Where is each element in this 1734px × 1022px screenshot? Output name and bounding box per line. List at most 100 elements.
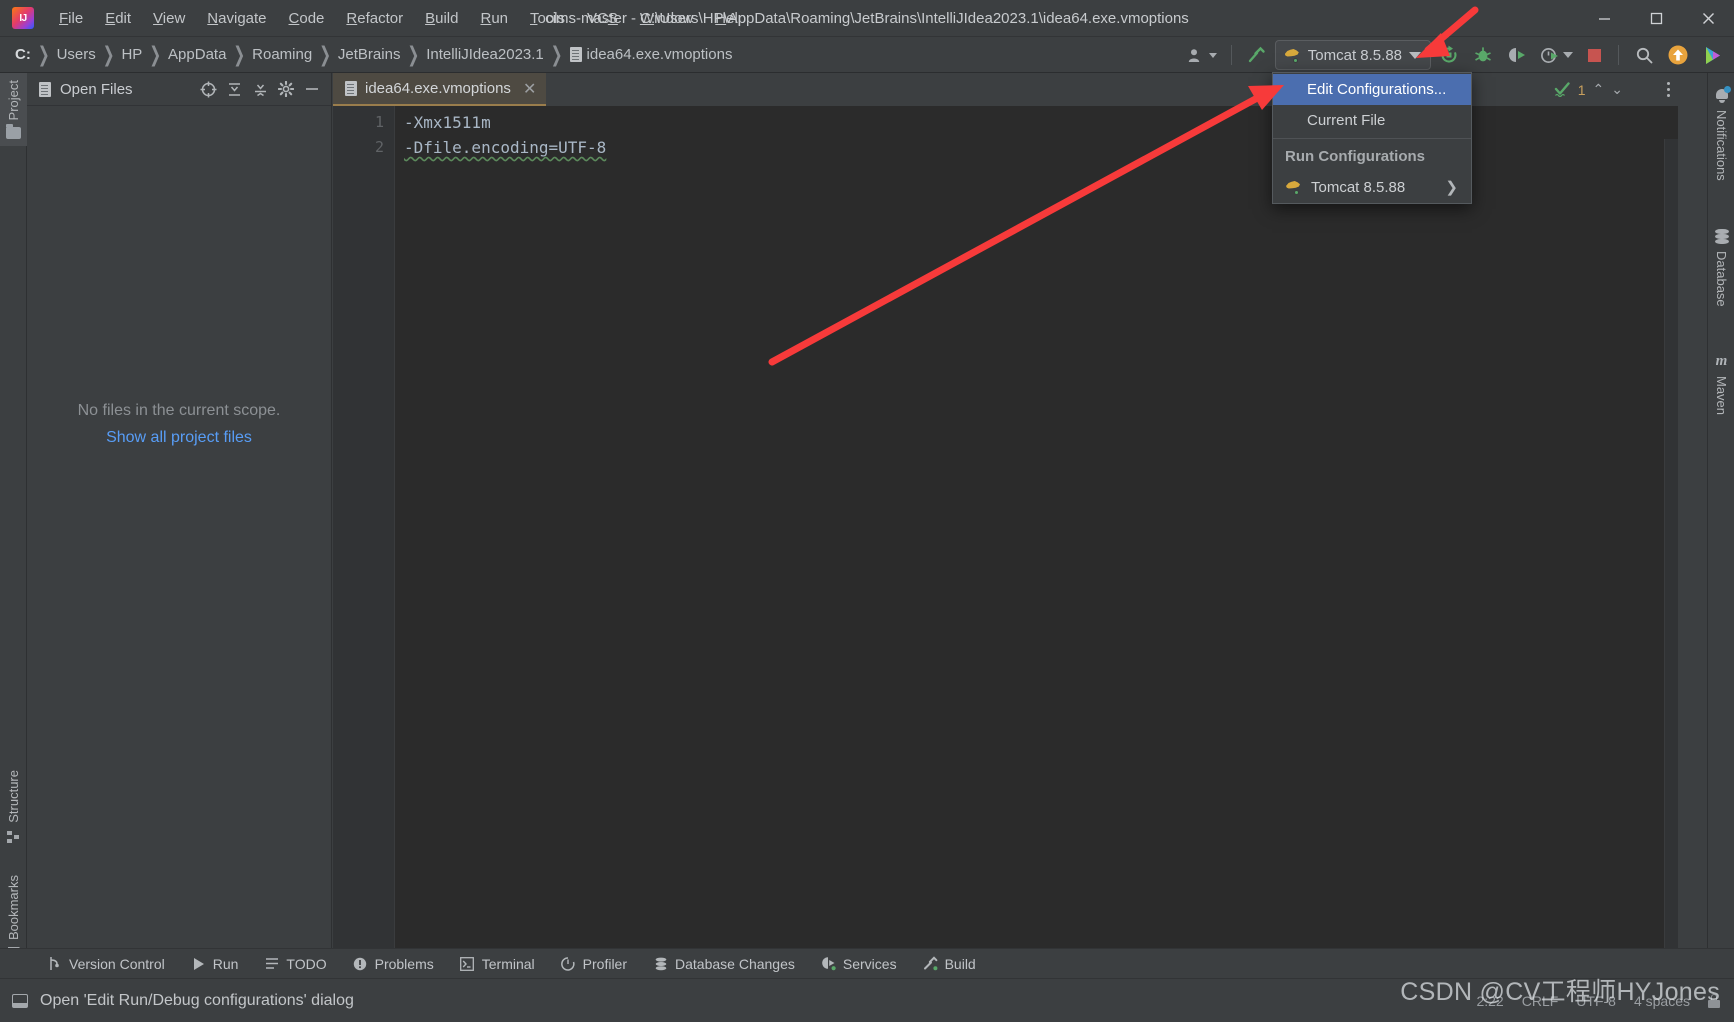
debug-button[interactable] bbox=[1467, 41, 1499, 69]
inspection-widget: 1 ⌃ ⌄ bbox=[1554, 73, 1632, 106]
editor-tab-vmoptions[interactable]: idea64.exe.vmoptions ✕ bbox=[333, 73, 547, 106]
menu-view[interactable]: View bbox=[142, 6, 196, 31]
breadcrumb-item-drive[interactable]: C: bbox=[12, 44, 34, 65]
menu-edit[interactable]: Edit bbox=[94, 6, 142, 31]
breadcrumb-item-jetbrains[interactable]: JetBrains bbox=[335, 44, 404, 65]
notification-bell-icon bbox=[1715, 86, 1731, 103]
maven-icon: m bbox=[1715, 353, 1728, 370]
expand-all-icon[interactable] bbox=[221, 76, 247, 102]
sidebar-item-database[interactable]: Database bbox=[1708, 220, 1734, 316]
sidebar-item-notifications[interactable]: Notifications bbox=[1708, 79, 1734, 190]
rerun-icon bbox=[1441, 45, 1457, 63]
search-everywhere-button[interactable] bbox=[1628, 41, 1660, 69]
right-tool-window-strip: Notifications Database m Maven bbox=[1707, 73, 1734, 978]
menu-item-current-file[interactable]: Current File bbox=[1273, 105, 1471, 136]
ide-assistant-button[interactable] bbox=[1696, 41, 1728, 69]
bottom-tool-window-bar: Version Control Run TODO Problems Termin… bbox=[0, 948, 1734, 978]
code-editor[interactable]: 1 2 -Xmx1511m -Dfile.encoding=UTF-8 bbox=[333, 106, 1678, 978]
breadcrumb-item-users[interactable]: Users bbox=[54, 44, 99, 65]
kebab-menu-icon[interactable] bbox=[1667, 82, 1670, 97]
tool-window-todo[interactable]: TODO bbox=[251, 949, 339, 979]
hide-panel-icon[interactable] bbox=[299, 76, 325, 102]
tool-window-run-label: Run bbox=[212, 955, 239, 972]
problems-warning-icon bbox=[353, 956, 368, 971]
menu-vcs[interactable]: VCS bbox=[576, 6, 629, 31]
left-tool-window-strip: Project Structure Bookmarks bbox=[0, 73, 27, 978]
close-button[interactable] bbox=[1682, 0, 1734, 37]
title-bar: File Edit View Navigate Code Refactor Bu… bbox=[0, 0, 1734, 37]
build-button[interactable] bbox=[1241, 41, 1273, 69]
rerun-button[interactable] bbox=[1433, 41, 1465, 69]
run-configuration-selector[interactable]: Tomcat 8.5.88 bbox=[1274, 40, 1431, 70]
menu-refactor[interactable]: Refactor bbox=[335, 6, 414, 31]
toolbar-divider bbox=[1618, 45, 1619, 65]
breadcrumb-separator: ❯ bbox=[550, 41, 563, 66]
sidebar-item-structure-label: Structure bbox=[6, 770, 21, 823]
file-icon bbox=[345, 81, 357, 96]
profiler-button[interactable] bbox=[1535, 41, 1577, 69]
tool-window-version-control[interactable]: Version Control bbox=[34, 949, 178, 979]
menu-window[interactable]: Window bbox=[629, 6, 704, 31]
line-separator[interactable]: CRLF bbox=[1522, 993, 1559, 1009]
collapse-all-icon[interactable] bbox=[247, 76, 273, 102]
menu-item-edit-configurations[interactable]: Edit Configurations... bbox=[1273, 74, 1471, 105]
tool-window-todo-label: TODO bbox=[286, 955, 327, 972]
breadcrumb-item-appdata[interactable]: AppData bbox=[165, 44, 229, 65]
ide-assistant-icon bbox=[1705, 46, 1720, 64]
updates-button[interactable] bbox=[1662, 41, 1694, 69]
menu-file[interactable]: File bbox=[48, 6, 94, 31]
menu-build[interactable]: Build bbox=[414, 6, 469, 31]
tool-window-profiler[interactable]: Profiler bbox=[548, 949, 640, 979]
code-content[interactable]: -Xmx1511m -Dfile.encoding=UTF-8 bbox=[395, 106, 1678, 978]
file-encoding[interactable]: UTF-8 bbox=[1576, 993, 1616, 1009]
account-button[interactable] bbox=[1184, 41, 1222, 69]
breadcrumb-item-hp[interactable]: HP bbox=[118, 44, 145, 65]
run-with-coverage-button[interactable] bbox=[1501, 41, 1533, 69]
indent-setting[interactable]: 4 spaces bbox=[1634, 993, 1690, 1009]
debug-bug-icon bbox=[1475, 47, 1491, 62]
tool-window-problems[interactable]: Problems bbox=[340, 949, 447, 979]
tool-window-build[interactable]: Build bbox=[910, 949, 989, 979]
menu-run[interactable]: Run bbox=[469, 6, 519, 31]
chevron-down-icon[interactable]: ⌄ bbox=[1611, 81, 1623, 98]
sidebar-item-project[interactable]: Project bbox=[0, 73, 27, 147]
editor-tab-strip: idea64.exe.vmoptions ✕ 1 ⌃ ⌄ bbox=[333, 73, 1678, 106]
tool-window-terminal[interactable]: Terminal bbox=[447, 949, 548, 979]
stop-button[interactable] bbox=[1579, 41, 1609, 69]
read-only-lock-icon[interactable] bbox=[1708, 994, 1720, 1008]
tool-window-database-changes[interactable]: Database Changes bbox=[640, 949, 808, 979]
chevron-up-icon[interactable]: ⌃ bbox=[1593, 81, 1605, 98]
close-icon[interactable]: ✕ bbox=[523, 79, 536, 99]
maximize-button[interactable] bbox=[1630, 0, 1682, 37]
tool-window-run[interactable]: Run bbox=[178, 949, 252, 979]
menu-navigate[interactable]: Navigate bbox=[196, 6, 277, 31]
build-hammer-icon bbox=[923, 956, 938, 971]
show-all-project-files-link[interactable]: Show all project files bbox=[27, 429, 331, 447]
menu-tools[interactable]: Tools bbox=[519, 6, 576, 31]
breadcrumb-item-file[interactable]: idea64.exe.vmoptions bbox=[567, 44, 736, 65]
breadcrumb-item-intellijidea[interactable]: IntelliJIdea2023.1 bbox=[423, 44, 547, 65]
error-stripe-scrollbar[interactable] bbox=[1664, 139, 1678, 978]
sidebar-item-structure[interactable]: Structure bbox=[0, 763, 27, 850]
run-with-coverage-icon bbox=[1509, 48, 1525, 62]
tool-window-services[interactable]: Services bbox=[808, 949, 910, 979]
menu-code[interactable]: Code bbox=[278, 6, 336, 31]
sidebar-item-maven[interactable]: m Maven bbox=[1708, 345, 1734, 424]
settings-gear-icon[interactable] bbox=[273, 76, 299, 102]
status-panel-icon[interactable] bbox=[12, 993, 28, 1008]
scope-target-icon[interactable] bbox=[195, 76, 221, 102]
tool-window-version-control-label: Version Control bbox=[69, 955, 165, 972]
toolbar-divider bbox=[1230, 45, 1232, 65]
line-number: 2 bbox=[374, 138, 384, 156]
menu-divider bbox=[1273, 138, 1471, 139]
database-icon bbox=[1714, 228, 1729, 244]
breadcrumb-item-roaming[interactable]: Roaming bbox=[249, 44, 315, 65]
search-icon bbox=[1636, 47, 1652, 63]
caret-position[interactable]: 2:22 bbox=[1476, 993, 1503, 1009]
menu-help[interactable]: Help bbox=[704, 6, 757, 31]
status-bar-right: 2:22 CRLF UTF-8 4 spaces bbox=[1476, 979, 1720, 1022]
sidebar-item-notifications-label: Notifications bbox=[1714, 110, 1729, 181]
intellij-idea-logo-icon bbox=[12, 7, 34, 29]
menu-item-tomcat-config[interactable]: Tomcat 8.5.88 ❯ bbox=[1273, 171, 1471, 203]
minimize-button[interactable] bbox=[1578, 0, 1630, 37]
